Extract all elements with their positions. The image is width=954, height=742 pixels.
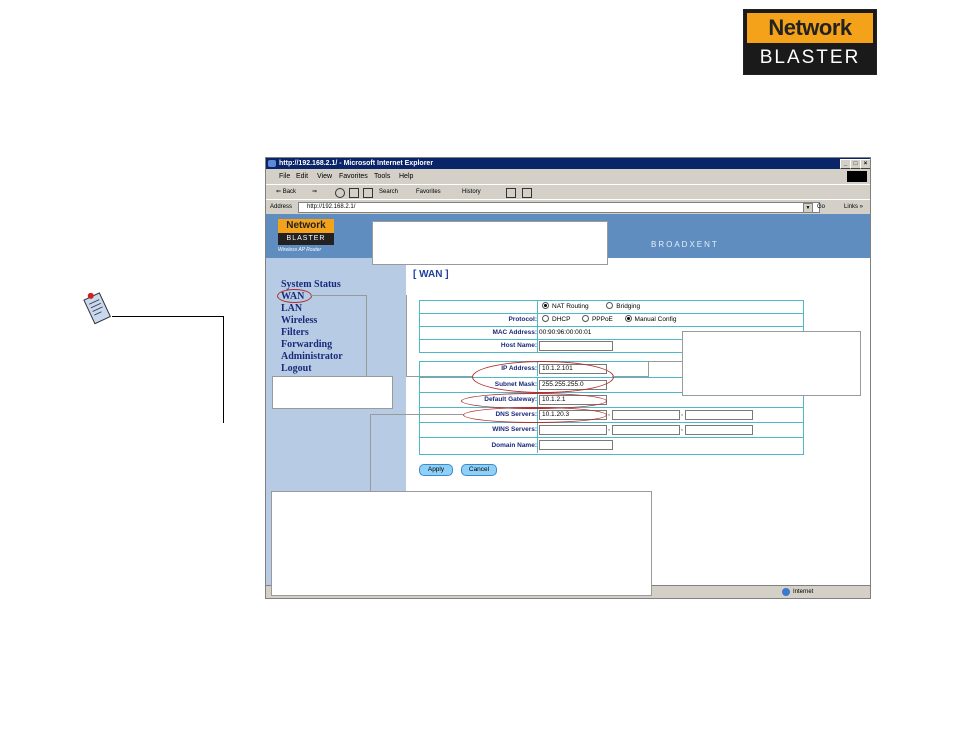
apply-button[interactable]: Apply xyxy=(419,464,453,476)
note-pad-icon xyxy=(83,292,111,325)
close-button[interactable]: × xyxy=(860,159,870,169)
forward-button[interactable]: ⇒ xyxy=(312,185,317,199)
router-logo: Network BLASTER Wireless AP Router xyxy=(278,219,334,255)
mac-label: MAC Address: xyxy=(420,327,538,339)
callout-header xyxy=(372,221,608,265)
home-icon[interactable] xyxy=(363,188,373,198)
domain-label: Domain Name: xyxy=(420,438,538,453)
mode-row: NAT Routing Bridging xyxy=(420,301,803,313)
router-logo-blaster: BLASTER xyxy=(278,233,334,245)
menu-bar: File Edit View Favorites Tools Help xyxy=(266,170,870,183)
sidebar-item-filters[interactable]: Filters xyxy=(281,327,309,339)
logo-text-blaster: BLASTER xyxy=(747,45,873,71)
wins-server-1-input[interactable] xyxy=(539,425,607,435)
callout-ip-subnet xyxy=(682,331,861,396)
status-zone-text: Internet xyxy=(793,589,814,595)
dns-separator-1: , xyxy=(608,410,610,417)
menu-edit[interactable]: Edit xyxy=(296,170,308,183)
sidebar-item-administrator[interactable]: Administrator xyxy=(281,351,343,363)
menu-view[interactable]: View xyxy=(317,170,332,183)
highlight-ip-mask-oval xyxy=(472,361,614,393)
connector-ip-v xyxy=(648,361,649,377)
wins-server-3-input[interactable] xyxy=(685,425,753,435)
dhcp-radio[interactable] xyxy=(542,314,549,322)
refresh-icon[interactable] xyxy=(349,188,359,198)
menu-favorites[interactable]: Favorites xyxy=(339,170,368,183)
sidebar-item-forwarding[interactable]: Forwarding xyxy=(281,339,332,351)
connector-wan-v xyxy=(366,295,367,376)
search-button[interactable]: Search xyxy=(379,185,398,199)
connector-ip-h xyxy=(612,376,649,377)
wins-separator-2: , xyxy=(681,425,683,432)
windows-logo-icon xyxy=(847,171,867,182)
protocol-row: Protocol: DHCP PPPoE Manual Config xyxy=(420,313,803,326)
sidebar-item-lan[interactable]: LAN xyxy=(281,303,302,315)
callout-wan xyxy=(272,376,393,409)
callout-gateway-dns xyxy=(271,491,652,596)
domain-row: Domain Name: xyxy=(420,437,803,453)
print-icon[interactable] xyxy=(522,188,532,198)
connector-dns-h xyxy=(370,414,463,415)
highlight-dns-oval xyxy=(463,407,607,423)
manual-config-radio[interactable] xyxy=(624,314,632,322)
menu-help[interactable]: Help xyxy=(399,170,413,183)
stop-icon[interactable] xyxy=(335,188,345,198)
network-blaster-logo: Network BLASTER xyxy=(743,9,877,75)
mac-value: 00:90:96:00:00:01 xyxy=(539,329,592,336)
sidebar-item-logout[interactable]: Logout xyxy=(281,363,312,375)
menu-tools[interactable]: Tools xyxy=(374,170,390,183)
connector-wan-h xyxy=(310,295,366,296)
internet-zone-icon xyxy=(782,588,790,596)
note-connector-v xyxy=(223,316,224,423)
favorites-button[interactable]: Favorites xyxy=(416,185,441,199)
connector-ip-h2 xyxy=(648,361,682,362)
dhcp-label: DHCP xyxy=(552,316,571,323)
connector-wan-h2 xyxy=(406,376,472,377)
connector-wan-v2 xyxy=(406,295,407,376)
pppoe-radio[interactable] xyxy=(581,314,589,322)
links-button[interactable]: Links » xyxy=(844,200,863,214)
broadxent-logo: BROADXENT xyxy=(651,240,719,249)
note-connector-h xyxy=(112,316,224,317)
cancel-button[interactable]: Cancel xyxy=(461,464,497,476)
router-logo-subtitle: Wireless AP Router xyxy=(278,247,322,253)
dns-server-2-input[interactable] xyxy=(612,410,680,420)
address-input[interactable]: http://192.168.2.1/ xyxy=(298,202,820,213)
mail-icon[interactable] xyxy=(506,188,516,198)
connector-dns-v xyxy=(370,414,371,491)
page-title: [ WAN ] xyxy=(413,269,449,280)
history-button[interactable]: History xyxy=(462,185,481,199)
nat-routing-label: NAT Routing xyxy=(552,303,589,310)
host-label: Host Name: xyxy=(420,340,538,352)
ie-icon xyxy=(268,160,276,167)
nat-routing-radio[interactable] xyxy=(542,301,549,309)
router-logo-network: Network xyxy=(278,219,334,233)
pppoe-label: PPPoE xyxy=(591,316,613,323)
highlight-wan-oval xyxy=(277,289,312,303)
logo-text-network: Network xyxy=(747,13,873,43)
menu-file[interactable]: File xyxy=(279,170,290,183)
dns-server-3-input[interactable] xyxy=(685,410,753,420)
wins-row: WINS Servers: , , xyxy=(420,422,803,437)
address-label: Address xyxy=(270,204,293,210)
host-name-input[interactable] xyxy=(539,341,613,351)
wins-label: WINS Servers: xyxy=(420,423,538,437)
wins-separator-1: , xyxy=(608,425,610,432)
address-bar: Address http://192.168.2.1/ ▼ Go Links » xyxy=(266,199,870,214)
go-button[interactable]: Go xyxy=(817,200,825,214)
back-button[interactable]: ⇐ Back xyxy=(276,185,296,199)
bridging-radio[interactable] xyxy=(606,301,614,309)
address-dropdown-icon[interactable]: ▼ xyxy=(803,203,813,213)
window-title: http://192.168.2.1/ - Microsoft Internet… xyxy=(279,160,434,167)
protocol-label: Protocol: xyxy=(420,314,538,326)
browser-title-bar: http://192.168.2.1/ - Microsoft Internet… xyxy=(266,158,870,169)
domain-name-input[interactable] xyxy=(539,440,613,450)
bridging-label: Bridging xyxy=(616,303,641,310)
manual-config-label: Manual Config xyxy=(634,316,677,323)
sidebar-item-wireless[interactable]: Wireless xyxy=(281,315,317,327)
wins-server-2-input[interactable] xyxy=(612,425,680,435)
dns-separator-2: , xyxy=(681,410,683,417)
standard-toolbar: ⇐ Back ⇒ Search Favorites History xyxy=(266,184,870,199)
